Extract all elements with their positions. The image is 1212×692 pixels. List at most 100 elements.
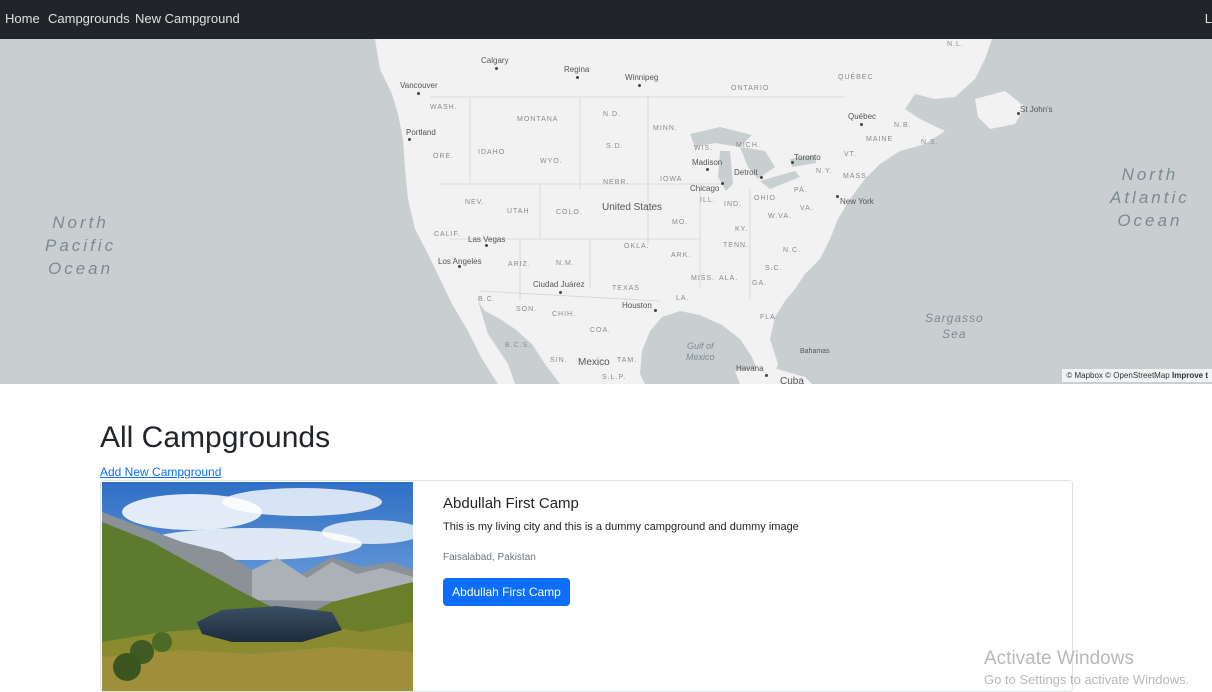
region-label: IDAHO <box>478 149 506 156</box>
region-label: KY. <box>735 226 749 233</box>
region-label: ILL. <box>700 197 716 204</box>
country-label-us: United States <box>602 202 663 213</box>
region-label: ORE. <box>433 153 455 160</box>
city-label-vancouver: Vancouver <box>400 81 438 90</box>
region-label: MO. <box>672 219 689 226</box>
region-label: MAINE <box>866 136 894 143</box>
campground-photo <box>102 482 413 691</box>
city-dot <box>706 168 709 171</box>
region-label: MINN. <box>653 125 678 132</box>
city-dot <box>654 309 657 312</box>
add-new-campground-link[interactable]: Add New Campground <box>100 465 221 479</box>
region-label: COA. <box>590 327 612 334</box>
region-label: N.M. <box>556 260 575 267</box>
region-label: COLO. <box>556 209 583 216</box>
region-label: S.C. <box>765 265 783 272</box>
country-label-cuba: Cuba <box>780 376 804 384</box>
region-label: TAM. <box>617 357 638 364</box>
city-label-houston: Houston <box>622 301 652 310</box>
region-label: ARK. <box>671 252 692 259</box>
city-dot <box>576 76 579 79</box>
region-label: IND. <box>724 201 742 208</box>
region-label-bahamas: Bahamas <box>800 348 830 355</box>
city-label-las-vegas: Las Vegas <box>468 235 506 244</box>
region-label: B.C.S. <box>505 342 532 349</box>
city-dot <box>836 195 839 198</box>
city-dot <box>765 374 768 377</box>
region-label: VA. <box>800 205 814 212</box>
sea-label-sargasso: Sargasso Sea <box>925 311 984 341</box>
region-label: MASS. <box>843 173 870 180</box>
region-label: N.Y. <box>816 168 833 175</box>
gulf-label: Gulf of Mexico <box>686 341 715 362</box>
region-label: TEXAS <box>612 285 640 292</box>
cluster-map[interactable]: North Pacific Ocean North Atlantic Ocean… <box>0 39 1212 384</box>
map-attribution: © Mapbox © OpenStreetMap Improve t <box>1062 369 1212 382</box>
region-label: WYO. <box>540 158 563 165</box>
region-label: WASH. <box>430 104 458 111</box>
region-label: B.C. <box>478 296 496 303</box>
improve-map-link[interactable]: Improve t <box>1172 371 1208 380</box>
city-dot <box>721 182 724 185</box>
newfoundland-land <box>975 91 1025 129</box>
city-label-chicago: Chicago <box>690 184 720 193</box>
campground-image <box>102 482 413 691</box>
city-dot <box>638 84 641 87</box>
attribution-text[interactable]: © Mapbox © OpenStreetMap <box>1066 371 1169 380</box>
region-label: GA. <box>752 280 768 287</box>
city-label-winnipeg: Winnipeg <box>625 73 659 82</box>
region-label: MISS. <box>691 275 716 282</box>
navbar: Home Campgrounds New Campground L <box>0 0 1212 39</box>
region-label: ONTARIO <box>731 85 770 92</box>
ocean-label-north-atlantic: North Atlantic Ocean <box>1110 165 1190 230</box>
campground-description: This is my living city and this is a dum… <box>443 521 799 533</box>
region-label: TENN. <box>723 242 749 249</box>
region-label: SIN. <box>550 357 568 364</box>
region-label: UTAH <box>507 208 530 215</box>
city-label-calgary: Calgary <box>481 56 509 65</box>
region-label: ARIZ. <box>508 261 531 268</box>
country-label-mexico: Mexico <box>578 357 610 368</box>
city-label-havana: Havana <box>736 364 764 373</box>
nav-home-link[interactable]: Home <box>5 11 40 26</box>
city-label-ciudad-juarez: Ciudad Juárez <box>533 280 585 289</box>
nav-new-campground-link[interactable]: New Campground <box>135 11 240 26</box>
region-label: CALIF. <box>434 231 462 238</box>
region-label: OKLA. <box>624 243 650 250</box>
region-label: W.VA. <box>768 213 792 220</box>
city-dot <box>559 291 562 294</box>
city-label-toronto: Toronto <box>794 153 821 162</box>
watermark-title: Activate Windows <box>984 648 1134 669</box>
ocean-label-north-pacific: North Pacific Ocean <box>45 213 117 278</box>
north-america-land <box>375 39 992 384</box>
region-label: FLA. <box>760 314 779 321</box>
city-dot <box>408 138 411 141</box>
region-label: SON. <box>516 306 538 313</box>
city-label-st-johns: St John's <box>1020 105 1053 114</box>
region-label: PA. <box>794 187 808 194</box>
city-label-quebec: Québec <box>848 112 877 121</box>
region-label: CHIH. <box>552 311 577 318</box>
city-label-detroit: Detroit <box>734 168 758 177</box>
region-label: IOWA <box>660 176 683 183</box>
region-label: VT. <box>844 151 858 158</box>
page-title: All Campgrounds <box>100 421 331 454</box>
campground-location: Faisalabad, Pakistan <box>443 552 536 563</box>
city-dot <box>485 244 488 247</box>
region-label: S.D. <box>606 143 624 150</box>
region-label: MICH. <box>736 142 761 149</box>
region-label: N.L. <box>947 41 964 48</box>
region-label: NEBR. <box>603 179 630 186</box>
city-dot <box>860 123 863 126</box>
region-label: WIS. <box>694 145 714 152</box>
campground-card: Abdullah First Camp This is my living ci… <box>100 480 1073 692</box>
nav-right-item[interactable]: L <box>1205 11 1212 26</box>
region-label: S.L.P. <box>602 374 627 381</box>
view-campground-button[interactable]: Abdullah First Camp <box>443 578 570 606</box>
nav-campgrounds-link[interactable]: Campgrounds <box>48 11 130 26</box>
city-dot <box>1017 112 1020 115</box>
region-label: OHIO <box>754 195 776 202</box>
region-label: N.S. <box>921 139 939 146</box>
city-dot <box>417 92 420 95</box>
region-label: MONTANA <box>517 116 559 123</box>
